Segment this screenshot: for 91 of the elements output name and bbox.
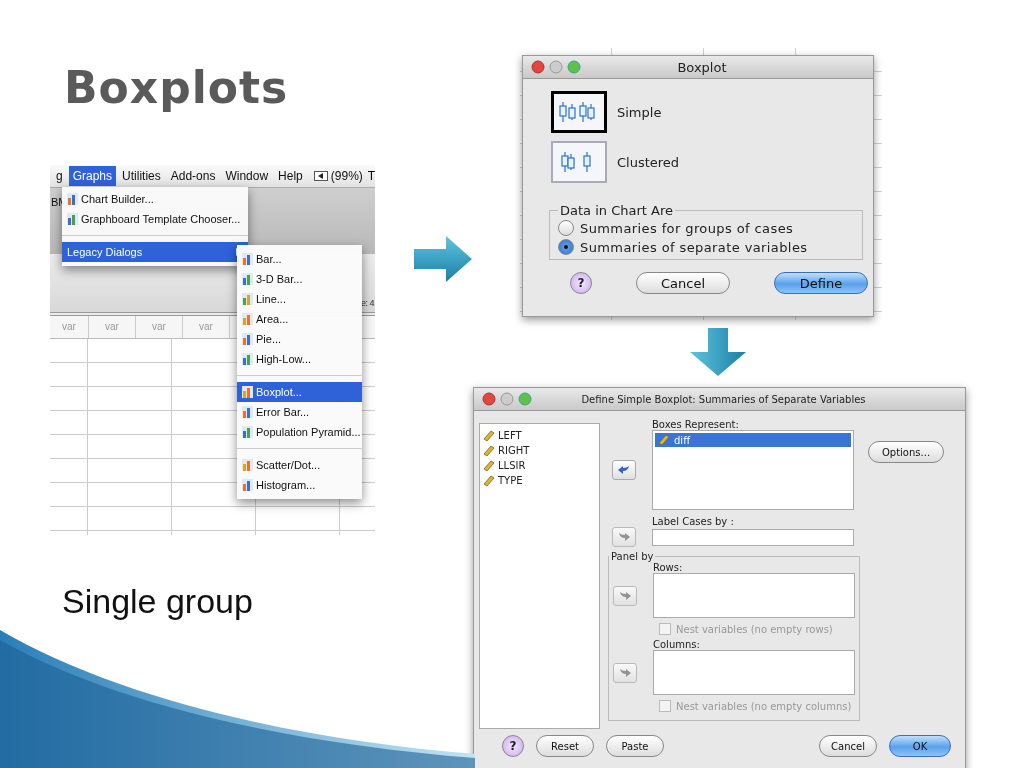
battery-percent: (99%) (330, 169, 363, 183)
dialog-button[interactable]: Paste (606, 735, 664, 757)
chart-icon (242, 406, 253, 418)
variable-item[interactable]: TYPE (483, 473, 596, 488)
menu-title[interactable]: Utilities (118, 166, 165, 186)
variable-item[interactable]: LLSIR (483, 458, 596, 473)
down-arrow-icon (690, 328, 746, 376)
chart-icon (242, 459, 253, 471)
radio-label: Summaries for groups of cases (580, 220, 794, 236)
column-header: var (50, 316, 89, 338)
arrow-icon (619, 667, 631, 678)
arrow-icon (619, 590, 631, 601)
move-button[interactable] (613, 662, 637, 683)
variable-list[interactable]: LEFT RIGHT LLSIR TYPE (479, 423, 600, 729)
ruler-icon (483, 474, 495, 487)
ruler-icon (483, 444, 495, 457)
menu-title[interactable]: Help (274, 166, 307, 186)
menu-item[interactable]: Scatter/Dot... (237, 455, 362, 475)
chart-icon (242, 333, 253, 345)
chart-icon (242, 313, 253, 325)
radio-label: Summaries of separate variables (580, 239, 808, 255)
menu-item[interactable]: Line... (237, 289, 362, 309)
menu-item[interactable]: Population Pyramid... (237, 422, 362, 442)
chart-type-button[interactable] (551, 91, 607, 133)
field-label: Boxes Represent: (652, 419, 740, 430)
dialog-button[interactable]: Cancel (636, 272, 730, 294)
chart-icon (67, 193, 78, 205)
menu-title[interactable]: Add-ons (166, 166, 220, 186)
menu-item[interactable]: Boxplot... (237, 382, 362, 402)
help-button[interactable]: ? (570, 272, 592, 294)
variable-field[interactable] (652, 528, 854, 546)
battery-icon (313, 171, 328, 181)
arrow-icon (618, 465, 630, 475)
chart-icon (242, 293, 253, 305)
help-button[interactable]: ? (502, 735, 524, 757)
dialog-button[interactable]: Reset (536, 735, 594, 757)
window-controls-icon[interactable] (531, 60, 581, 74)
radio-button[interactable] (558, 239, 574, 255)
column-header: var (136, 316, 183, 338)
menu-title[interactable]: T (367, 169, 375, 183)
window-title: Boxplot (676, 59, 728, 75)
menu-title[interactable]: Graphs (68, 166, 117, 186)
chart-icon (242, 273, 253, 285)
arrow-icon (618, 532, 630, 542)
column-header: var (183, 316, 230, 338)
menu-item[interactable]: Graphboard Template Chooser... (62, 209, 248, 229)
variable-item[interactable]: LEFT (483, 428, 596, 443)
menu-item[interactable]: Histogram... (237, 475, 362, 495)
options-button[interactable]: Options... (868, 441, 944, 463)
chart-type-label: Clustered (617, 154, 680, 170)
menu-item[interactable]: 3-D Bar... (237, 269, 362, 289)
variable-field[interactable] (653, 650, 855, 695)
list-item[interactable]: diff (655, 433, 851, 447)
slide-title: Boxplots (64, 62, 289, 113)
chart-icon (242, 386, 253, 398)
menu-item[interactable]: Area... (237, 309, 362, 329)
dialog-button[interactable]: Cancel (819, 735, 877, 757)
menu-title[interactable]: Window (221, 166, 273, 186)
right-arrow-icon (414, 236, 472, 282)
window-title: Define Simple Boxplot: Summaries of Separate Variables (580, 393, 867, 405)
variable-field[interactable]: diff (652, 430, 854, 510)
window-controls-icon[interactable] (482, 392, 532, 406)
chart-icon (242, 479, 253, 491)
chart-icon (67, 213, 78, 225)
field-label: Columns: (653, 639, 701, 650)
ruler-icon (483, 429, 495, 442)
variable-field[interactable] (653, 573, 855, 618)
column-header: var (89, 316, 136, 338)
default-button[interactable]: Define (774, 272, 868, 294)
menu-item[interactable]: High-Low... (237, 349, 362, 369)
move-button[interactable] (612, 460, 636, 480)
group-label: Data in Chart Are (559, 203, 674, 218)
menu-title[interactable]: g (52, 166, 67, 186)
move-button[interactable] (612, 527, 636, 547)
variable-item[interactable]: RIGHT (483, 443, 596, 458)
ruler-icon (658, 434, 670, 446)
menu-item[interactable]: Error Bar... (237, 402, 362, 422)
chart-icon (242, 426, 253, 438)
menu-item[interactable]: Legacy Dialogs (62, 242, 248, 262)
radio-button[interactable] (558, 220, 574, 236)
chart-type-label: Simple (617, 104, 662, 120)
move-button[interactable] (613, 585, 637, 606)
slide-caption: Single group (62, 582, 253, 621)
default-button[interactable]: OK (889, 735, 951, 757)
menu-item[interactable]: Pie... (237, 329, 362, 349)
chart-icon (242, 253, 253, 265)
group-label: Panel by (610, 551, 654, 562)
chart-icon (242, 353, 253, 365)
ruler-icon (483, 459, 495, 472)
field-label: Rows: (653, 562, 684, 573)
field-label: Label Cases by : (652, 516, 735, 527)
